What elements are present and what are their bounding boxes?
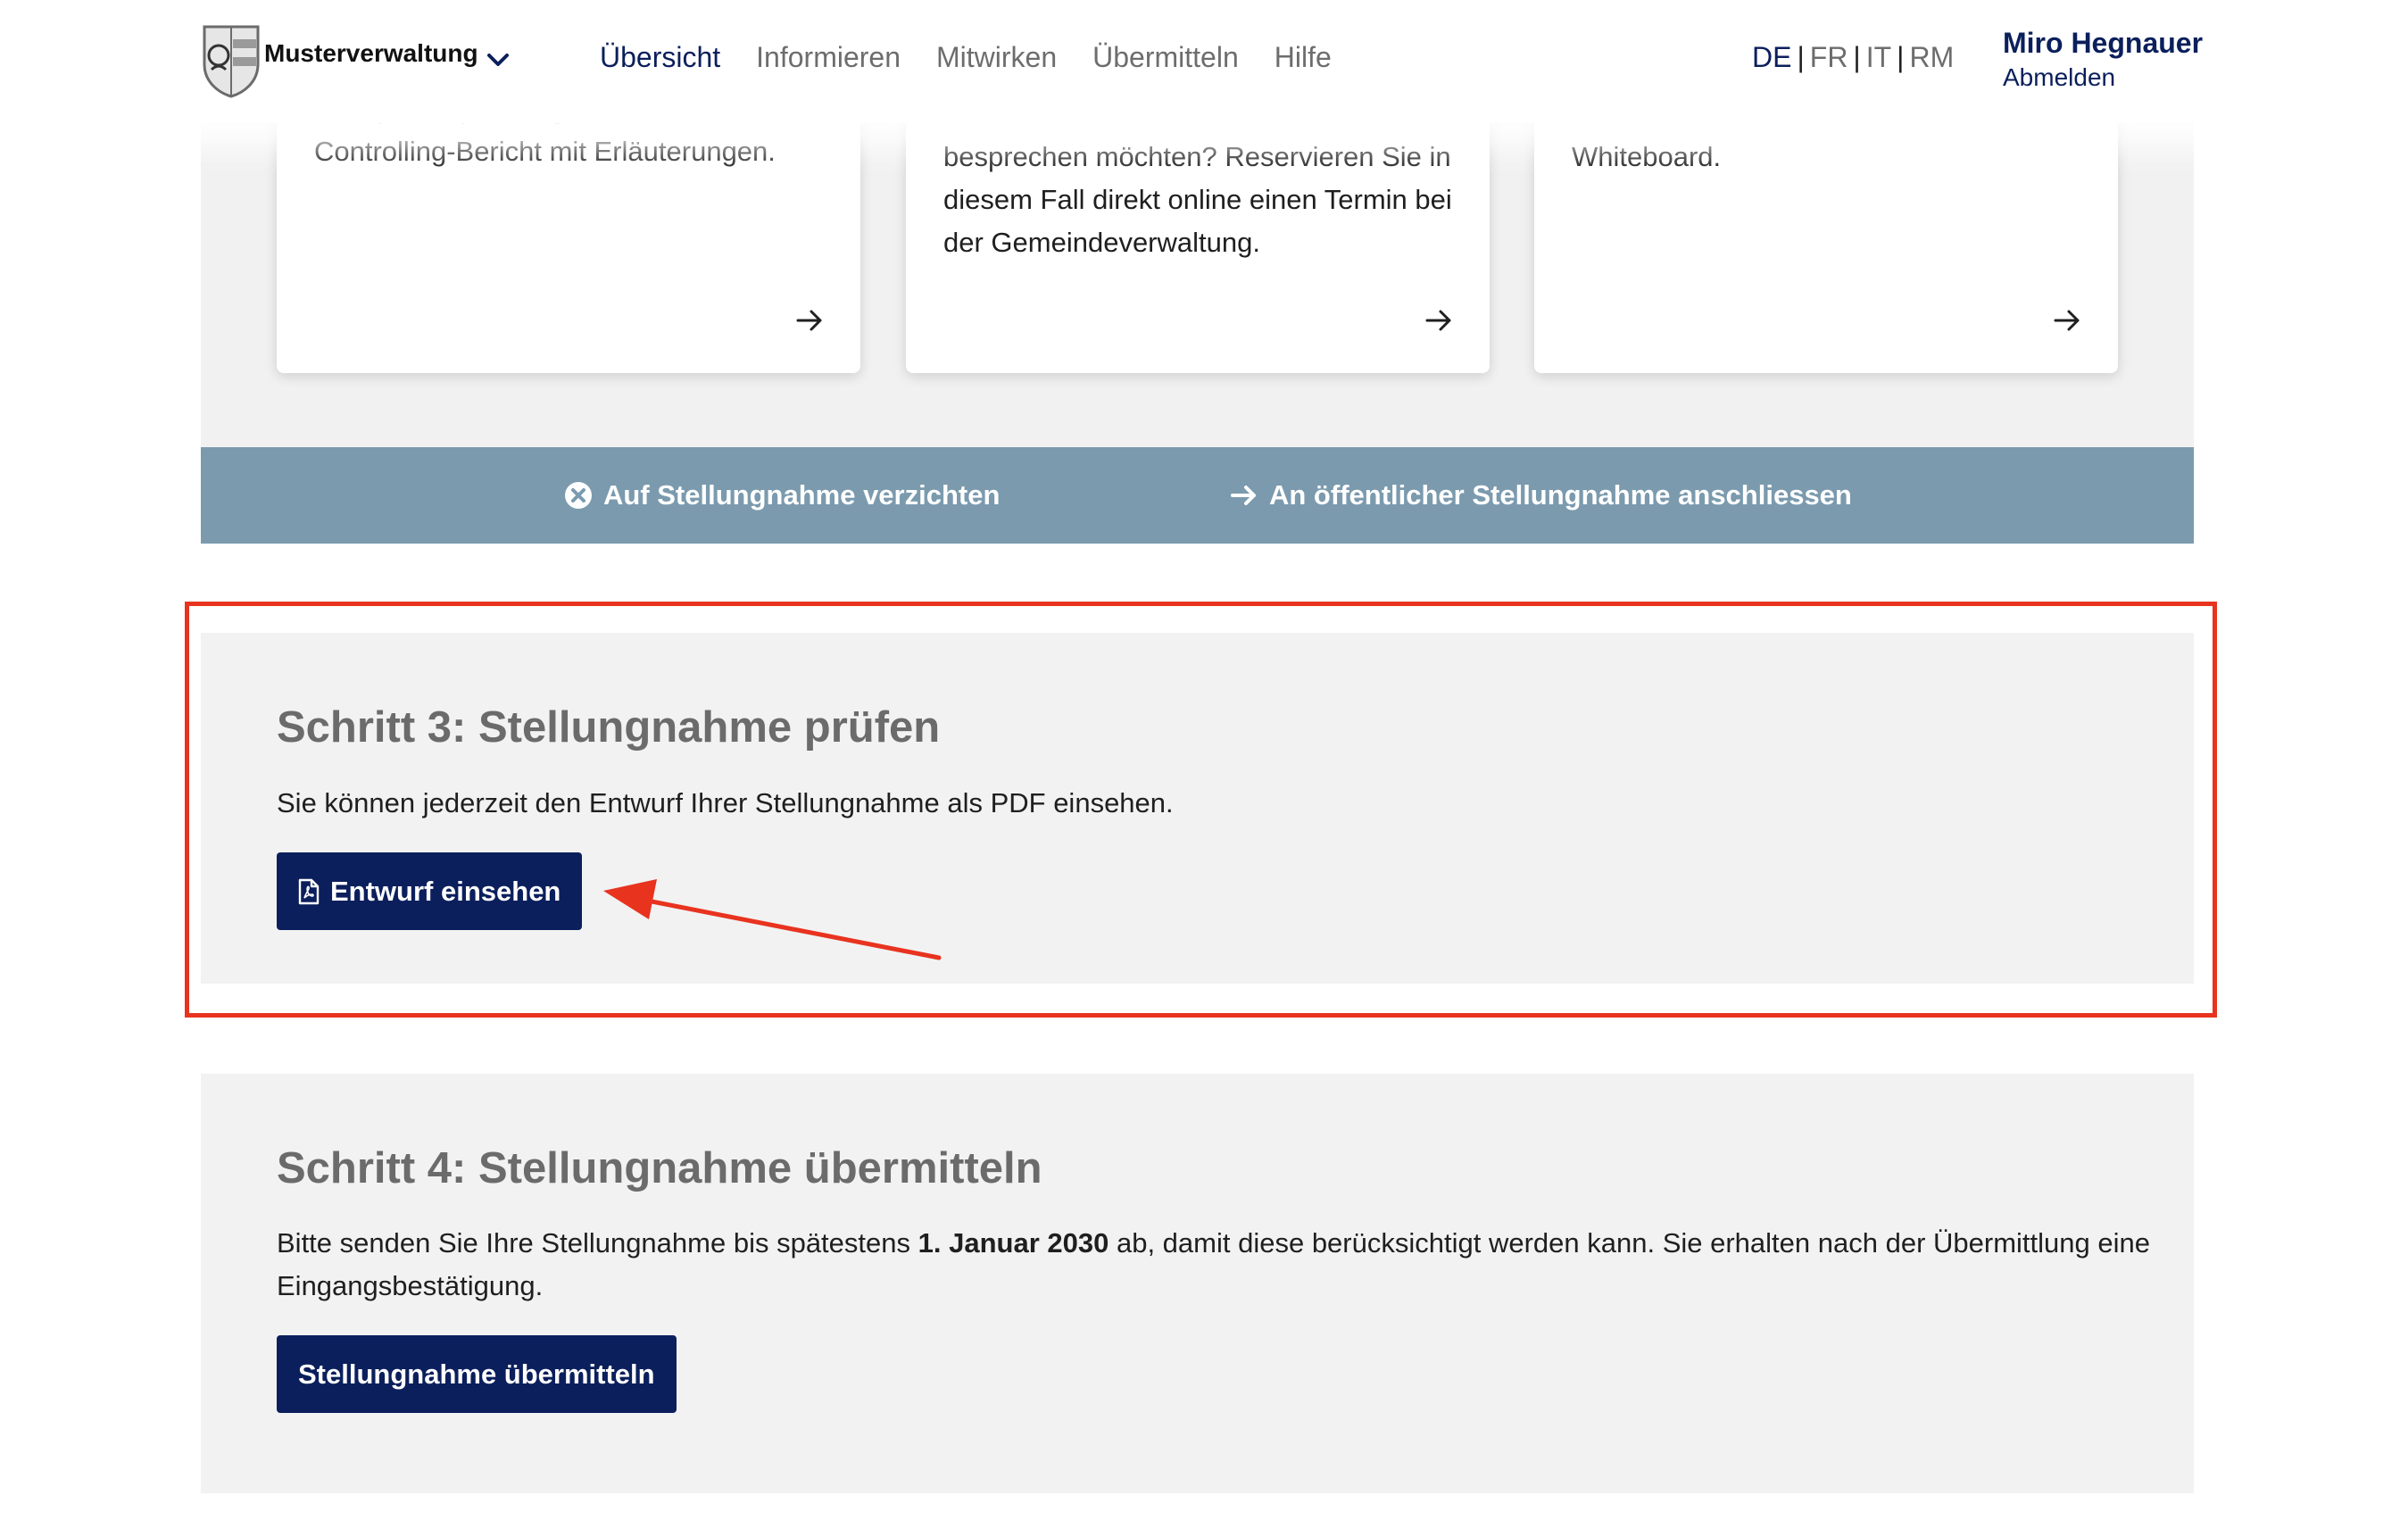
- step-4-section: Schritt 4: Stellungnahme übermitteln Bit…: [201, 1074, 2194, 1493]
- step-3-title: Schritt 3: Stellungnahme prüfen: [277, 703, 941, 752]
- nav-item-uebersicht[interactable]: Übersicht: [600, 41, 720, 74]
- action-bar: Auf Stellungnahme verzichten An öffentli…: [201, 447, 2194, 544]
- waive-statement-link[interactable]: Auf Stellungnahme verzichten: [564, 447, 1000, 544]
- submit-statement-label: Stellungnahme übermitteln: [298, 1358, 655, 1390]
- nav-item-uebermitteln[interactable]: Übermitteln: [1092, 41, 1239, 74]
- lang-separator: |: [1797, 41, 1805, 73]
- step-3-section: Schritt 3: Stellungnahme prüfen Sie könn…: [201, 633, 2194, 984]
- lang-rm[interactable]: RM: [1909, 41, 1954, 73]
- pdf-file-icon: [298, 878, 320, 904]
- lang-separator: |: [1897, 41, 1905, 73]
- close-circle-icon: [565, 482, 592, 509]
- brand-name[interactable]: Musterverwaltung: [264, 39, 478, 68]
- lang-de[interactable]: DE: [1752, 41, 1791, 73]
- card-description: Whiteboard.: [1572, 141, 1722, 172]
- deadline-text-before: Bitte senden Sie Ihre Stellungnahme bis …: [277, 1227, 911, 1259]
- language-switcher: DE | FR | IT | RM: [1752, 41, 1954, 74]
- step-3-description: Sie können jederzeit den Entwurf Ihrer S…: [277, 787, 1174, 818]
- arrow-right-icon[interactable]: [2052, 305, 2082, 336]
- main-nav: Übersicht Informieren Mitwirken Übermitt…: [600, 41, 1367, 74]
- submit-statement-button[interactable]: Stellungnahme übermitteln: [277, 1335, 677, 1413]
- card-description: besprechen möchten? Reservieren Sie in d…: [943, 141, 1452, 258]
- waive-statement-label: Auf Stellungnahme verzichten: [603, 479, 1001, 511]
- join-public-statement-link[interactable]: An öffentlicher Stellungnahme anschliess…: [1230, 447, 1852, 544]
- arrow-right-icon[interactable]: [794, 305, 825, 336]
- arrow-right-icon: [1231, 486, 1256, 505]
- nav-item-informieren[interactable]: Informieren: [756, 41, 901, 74]
- step-4-description: Bitte senden Sie Ihre Stellungnahme bis …: [277, 1222, 2151, 1308]
- deadline-date: 1. Januar 2030: [918, 1227, 1109, 1259]
- lang-fr[interactable]: FR: [1810, 41, 1848, 73]
- site-header: Musterverwaltung Übersicht Informieren M…: [0, 0, 2408, 123]
- view-draft-label: Entwurf einsehen: [330, 875, 561, 907]
- chevron-down-icon[interactable]: [485, 46, 511, 73]
- user-name[interactable]: Miro Hegnauer: [2003, 27, 2203, 60]
- option-card-whiteboard[interactable]: Whiteboard.: [1534, 89, 2118, 373]
- lang-separator: |: [1853, 41, 1861, 73]
- logout-link[interactable]: Abmelden: [2003, 63, 2115, 92]
- option-card-appointment[interactable]: besprechen möchten? Reservieren Sie in d…: [906, 89, 1490, 373]
- view-draft-button[interactable]: Entwurf einsehen: [277, 852, 583, 930]
- lang-it[interactable]: IT: [1866, 41, 1891, 73]
- arrow-right-icon[interactable]: [1424, 305, 1454, 336]
- step-4-title: Schritt 4: Stellungnahme übermitteln: [277, 1144, 1042, 1192]
- option-card-feedback[interactable]: Erfassen Sie Ihre Rückmeldung zu den Ric…: [277, 50, 860, 373]
- join-public-statement-label: An öffentlicher Stellungnahme anschliess…: [1269, 479, 1852, 511]
- municipality-crest-icon[interactable]: [201, 23, 262, 98]
- nav-item-hilfe[interactable]: Hilfe: [1275, 41, 1332, 74]
- nav-item-mitwirken[interactable]: Mitwirken: [936, 41, 1057, 74]
